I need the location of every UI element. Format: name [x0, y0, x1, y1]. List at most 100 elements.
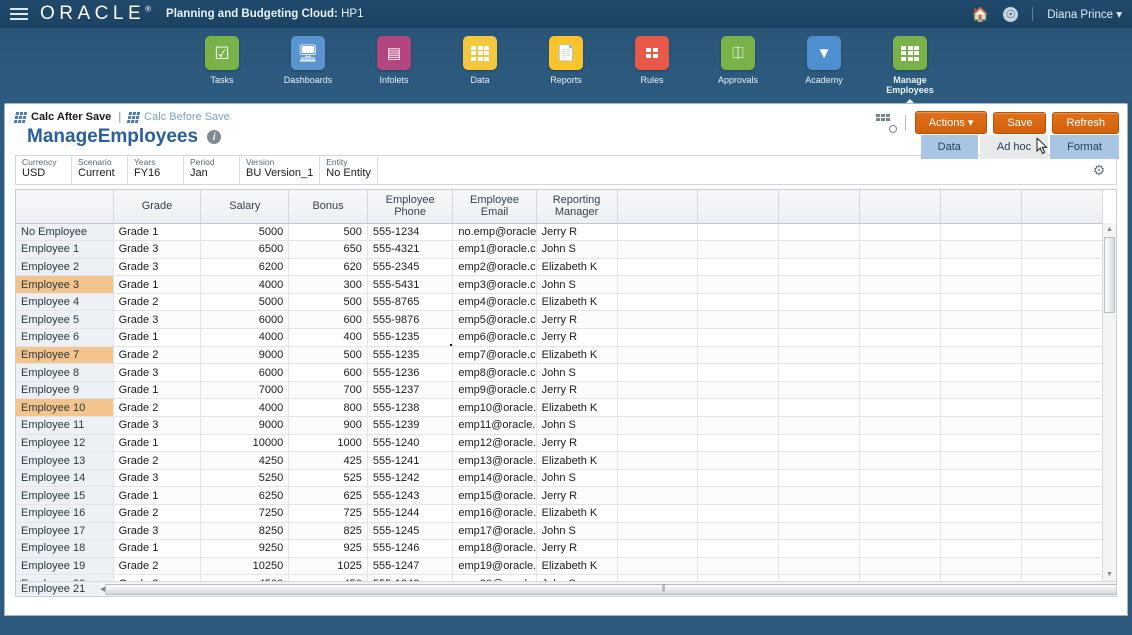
actions-button[interactable]: Actions ▾ — [915, 111, 988, 134]
cell-grade[interactable]: Grade 3 — [113, 241, 201, 259]
cell-employee-phone[interactable]: 555-1235 — [367, 329, 453, 347]
cell-blank[interactable] — [779, 364, 860, 382]
cell-blank[interactable] — [941, 381, 1022, 399]
cell-grade[interactable]: Grade 3 — [113, 522, 201, 540]
cell-grade[interactable]: Grade 1 — [113, 381, 201, 399]
cell-bonus[interactable]: 650 — [289, 241, 368, 259]
pov-period[interactable]: Period Jan — [184, 156, 240, 184]
cell-blank[interactable] — [860, 329, 941, 347]
cell-salary[interactable]: 6000 — [201, 364, 289, 382]
cell-blank[interactable] — [860, 258, 941, 276]
scroll-up-icon[interactable]: ▲ — [1103, 223, 1116, 236]
cell-grade[interactable]: Grade 1 — [113, 276, 201, 294]
cell-blank[interactable] — [617, 452, 698, 470]
row-header-cell[interactable]: Employee 13 — [16, 452, 113, 470]
table-row[interactable]: Employee 14Grade 35250525555-1242emp14@o… — [16, 469, 1103, 487]
table-row[interactable]: Employee 7Grade 29000500555-1235emp7@ora… — [16, 346, 1103, 364]
cell-blank[interactable] — [1022, 540, 1103, 558]
cell-employee-phone[interactable]: 555-1242 — [367, 469, 453, 487]
cell-blank[interactable] — [1022, 364, 1103, 382]
cell-reporting-manager[interactable]: Elizabeth K — [536, 399, 617, 417]
cell-grade[interactable]: Grade 1 — [113, 540, 201, 558]
cell-salary[interactable]: 7250 — [201, 505, 289, 523]
cell-grade[interactable]: Grade 2 — [113, 557, 201, 575]
col-header-grade[interactable]: Grade — [113, 190, 201, 223]
cell-reporting-manager[interactable]: Jerry R — [536, 329, 617, 347]
calc-after-save-link[interactable]: Calc After Save — [31, 111, 111, 123]
cell-blank[interactable] — [617, 329, 698, 347]
cell-blank[interactable] — [941, 258, 1022, 276]
cell-blank[interactable] — [698, 364, 779, 382]
cell-reporting-manager[interactable]: Elizabeth K — [536, 258, 617, 276]
nav-item-approvals[interactable]: ⎅ Approvals — [711, 36, 765, 85]
cell-salary[interactable]: 9000 — [201, 417, 289, 435]
cell-employee-email[interactable]: emp12@oracle.c — [453, 434, 536, 452]
cell-blank[interactable] — [1022, 399, 1103, 417]
cell-blank[interactable] — [1022, 452, 1103, 470]
cell-blank[interactable] — [779, 293, 860, 311]
accessibility-icon[interactable]: ☉ — [1003, 7, 1018, 22]
table-row[interactable]: Employee 19Grade 2102501025555-1247emp19… — [16, 557, 1103, 575]
cell-bonus[interactable]: 1025 — [289, 557, 368, 575]
cell-employee-phone[interactable]: 555-8765 — [367, 293, 453, 311]
cell-bonus[interactable]: 400 — [289, 329, 368, 347]
cell-employee-email[interactable]: emp8@oracle.co — [453, 364, 536, 382]
cell-blank[interactable] — [779, 329, 860, 347]
cell-reporting-manager[interactable]: Elizabeth K — [536, 452, 617, 470]
hamburger-menu-icon[interactable] — [10, 5, 28, 23]
cell-blank[interactable] — [1022, 381, 1103, 399]
cell-bonus[interactable]: 600 — [289, 364, 368, 382]
cell-blank[interactable] — [860, 364, 941, 382]
cell-blank[interactable] — [941, 399, 1022, 417]
row-header-cell[interactable]: Employee 5 — [16, 311, 113, 329]
cell-blank[interactable] — [941, 540, 1022, 558]
cell-blank[interactable] — [698, 505, 779, 523]
cell-employee-phone[interactable]: 555-1246 — [367, 540, 453, 558]
row-header-cell[interactable]: Employee 3 — [16, 276, 113, 294]
cell-salary[interactable]: 4000 — [201, 329, 289, 347]
cell-employee-email[interactable]: emp15@oracle.c — [453, 487, 536, 505]
cell-blank[interactable] — [1022, 276, 1103, 294]
cell-blank[interactable] — [941, 223, 1022, 241]
cell-blank[interactable] — [698, 487, 779, 505]
cell-blank[interactable] — [860, 434, 941, 452]
cell-blank[interactable] — [860, 293, 941, 311]
cell-grade[interactable]: Grade 2 — [113, 399, 201, 417]
row-header-cell[interactable]: Employee 7 — [16, 346, 113, 364]
table-row[interactable]: Employee 18Grade 19250925555-1246emp18@o… — [16, 540, 1103, 558]
cell-blank[interactable] — [617, 223, 698, 241]
vertical-scroll-thumb[interactable] — [1104, 237, 1115, 313]
grid-search-icon[interactable] — [876, 114, 896, 132]
cell-blank[interactable] — [779, 258, 860, 276]
col-header-salary[interactable]: Salary — [201, 190, 289, 223]
cell-blank[interactable] — [941, 346, 1022, 364]
cell-employee-email[interactable]: emp3@oracle.co — [453, 276, 536, 294]
cell-blank[interactable] — [860, 241, 941, 259]
cell-blank[interactable] — [1022, 487, 1103, 505]
cell-blank[interactable] — [779, 434, 860, 452]
cell-blank[interactable] — [779, 487, 860, 505]
nav-item-data[interactable]: Data — [453, 36, 507, 85]
cell-reporting-manager[interactable]: John S — [536, 276, 617, 294]
cell-grade[interactable]: Grade 3 — [113, 364, 201, 382]
cell-employee-phone[interactable]: 555-1235 — [367, 346, 453, 364]
cell-blank[interactable] — [698, 469, 779, 487]
cell-blank[interactable] — [617, 434, 698, 452]
cell-blank[interactable] — [1022, 557, 1103, 575]
cell-salary[interactable]: 4000 — [201, 276, 289, 294]
cell-blank[interactable] — [860, 399, 941, 417]
cell-salary[interactable]: 7000 — [201, 381, 289, 399]
cell-reporting-manager[interactable]: Jerry R — [536, 381, 617, 399]
row-header-cell[interactable]: Employee 15 — [16, 487, 113, 505]
cell-blank[interactable] — [941, 469, 1022, 487]
cell-bonus[interactable]: 700 — [289, 381, 368, 399]
cell-employee-phone[interactable]: 555-5431 — [367, 276, 453, 294]
cell-reporting-manager[interactable]: Jerry R — [536, 223, 617, 241]
cell-blank[interactable] — [779, 505, 860, 523]
cell-employee-phone[interactable]: 555-1237 — [367, 381, 453, 399]
cell-blank[interactable] — [698, 399, 779, 417]
nav-item-academy[interactable]: ▼ Academy — [797, 36, 851, 85]
cell-reporting-manager[interactable]: John S — [536, 417, 617, 435]
cell-blank[interactable] — [617, 540, 698, 558]
cell-blank[interactable] — [779, 469, 860, 487]
